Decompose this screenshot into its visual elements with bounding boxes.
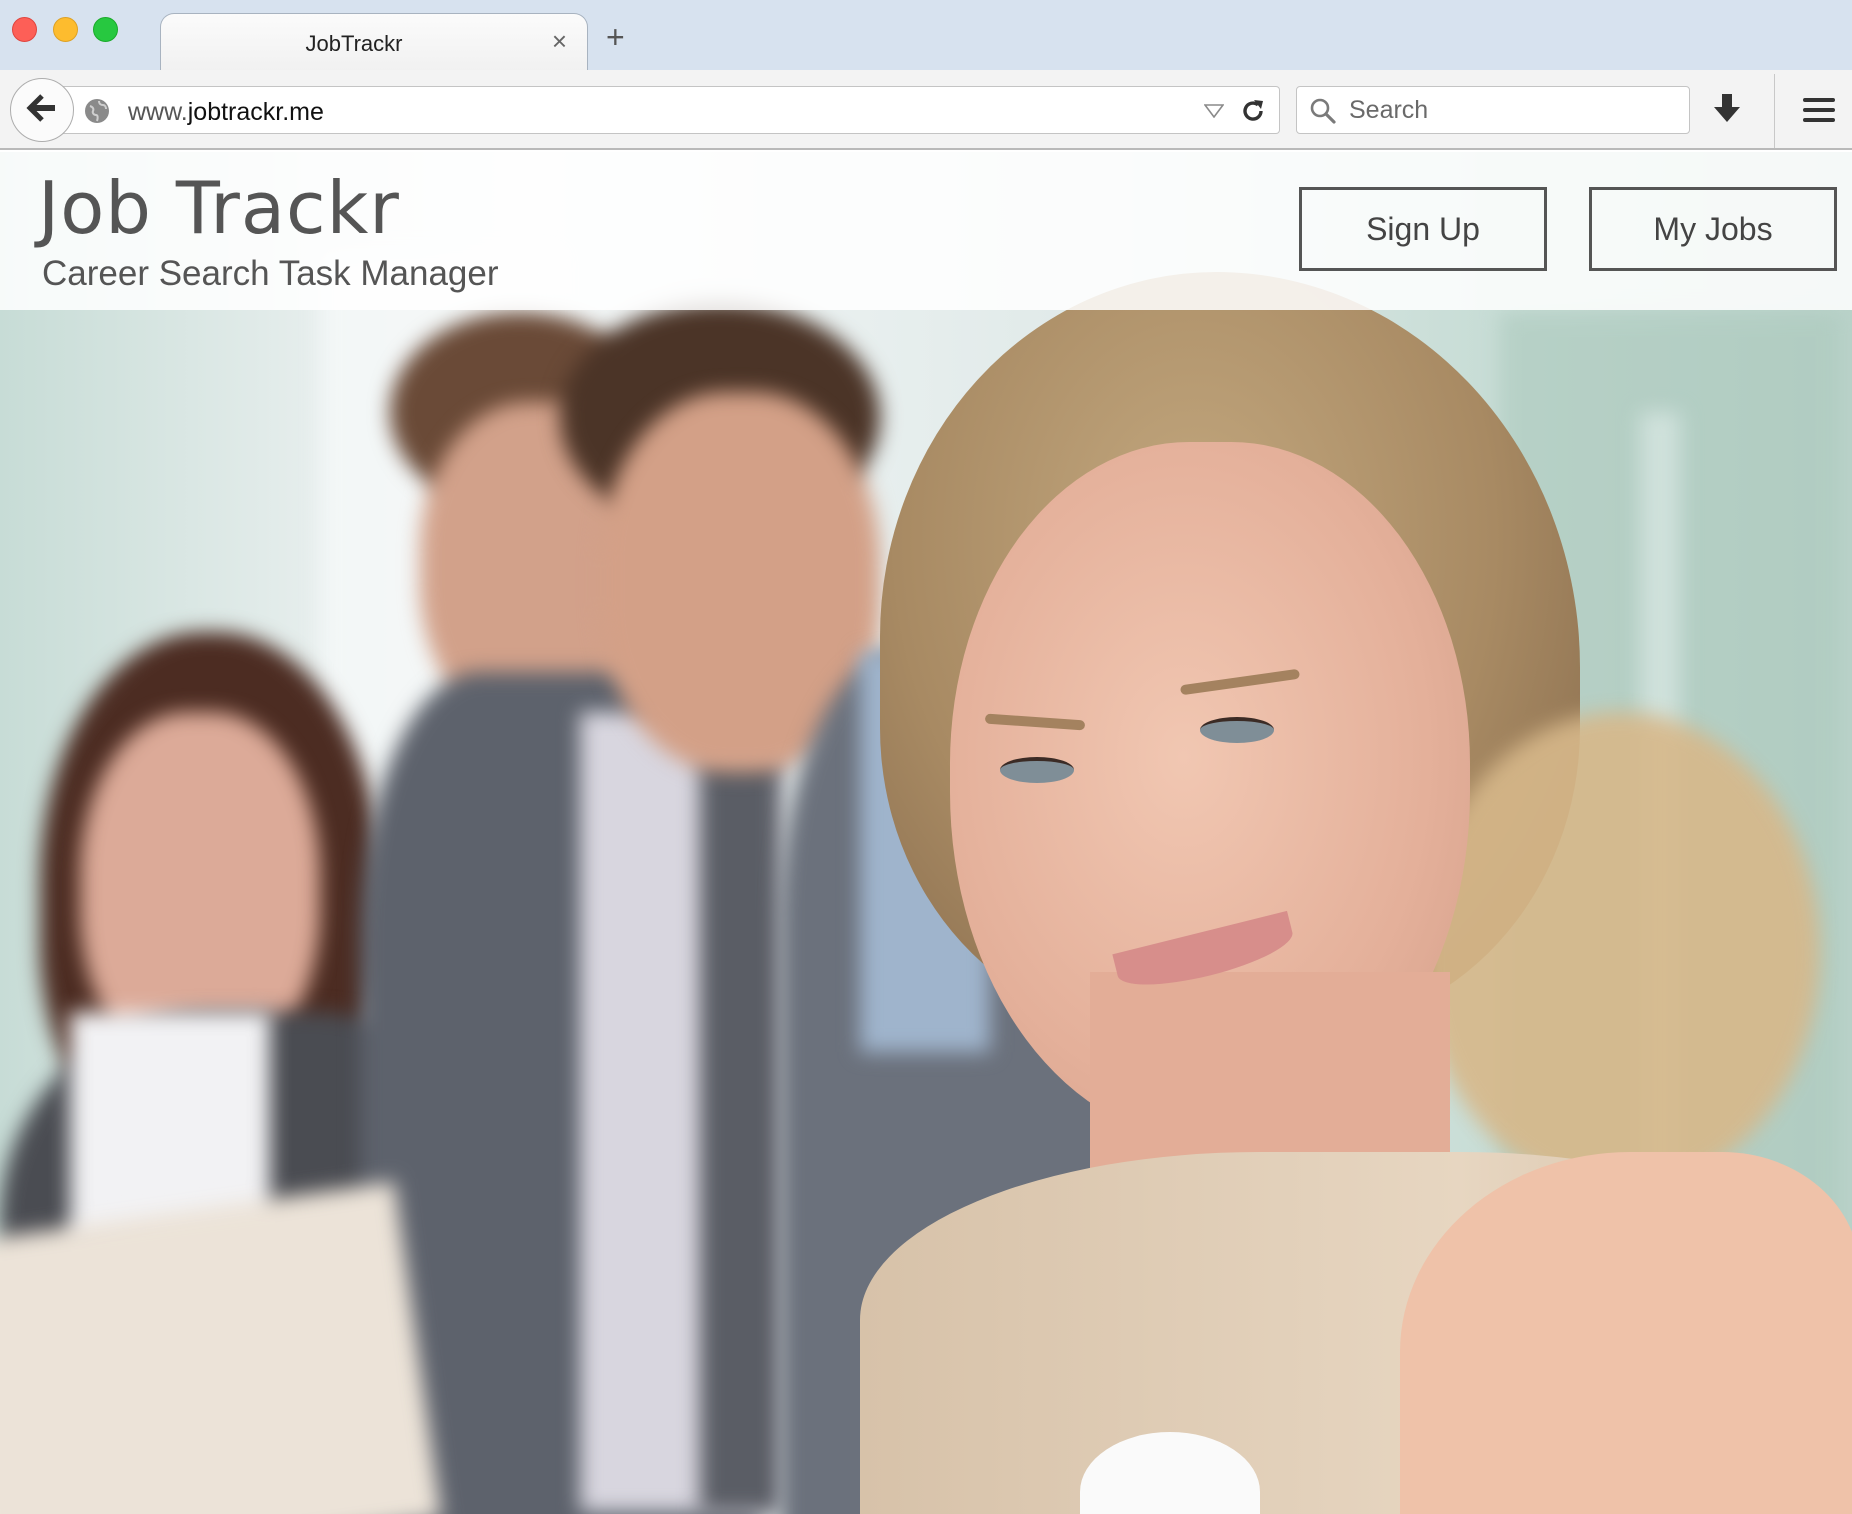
reload-icon[interactable] [1239, 97, 1267, 130]
close-tab-icon[interactable]: × [552, 28, 567, 54]
download-icon[interactable] [1712, 92, 1742, 131]
new-tab-icon[interactable]: + [606, 21, 625, 53]
my-jobs-button[interactable]: My Jobs [1589, 187, 1837, 271]
web-page: Job Trackr Career Search Task Manager Si… [0, 152, 1852, 1514]
search-icon [1309, 97, 1337, 130]
site-header: Job Trackr Career Search Task Manager Si… [0, 152, 1852, 310]
minimize-window-button[interactable] [53, 17, 78, 42]
tab-title: JobTrackr [305, 31, 403, 56]
arrow-left-icon [26, 93, 58, 128]
address-bar[interactable]: www.jobtrackr.me [56, 86, 1280, 134]
navigation-bar: www.jobtrackr.me [0, 70, 1852, 150]
hero-photo [0, 152, 1852, 1514]
url-history-dropdown-icon[interactable] [1203, 104, 1225, 123]
toolbar-divider [1774, 74, 1775, 148]
tab-strip: JobTrackr × + [0, 0, 1852, 71]
browser-tab[interactable]: JobTrackr × [160, 13, 588, 71]
search-input[interactable] [1349, 87, 1679, 133]
close-window-button[interactable] [12, 17, 37, 42]
url-text[interactable]: www.jobtrackr.me [128, 98, 324, 127]
globe-icon [84, 98, 110, 129]
zoom-window-button[interactable] [93, 17, 118, 42]
site-title: Job Trackr [38, 166, 400, 250]
site-tagline: Career Search Task Manager [42, 254, 499, 293]
back-button[interactable] [10, 78, 74, 142]
search-bar[interactable] [1296, 86, 1690, 134]
sign-up-button[interactable]: Sign Up [1299, 187, 1547, 271]
hamburger-menu-icon[interactable] [1802, 96, 1836, 129]
